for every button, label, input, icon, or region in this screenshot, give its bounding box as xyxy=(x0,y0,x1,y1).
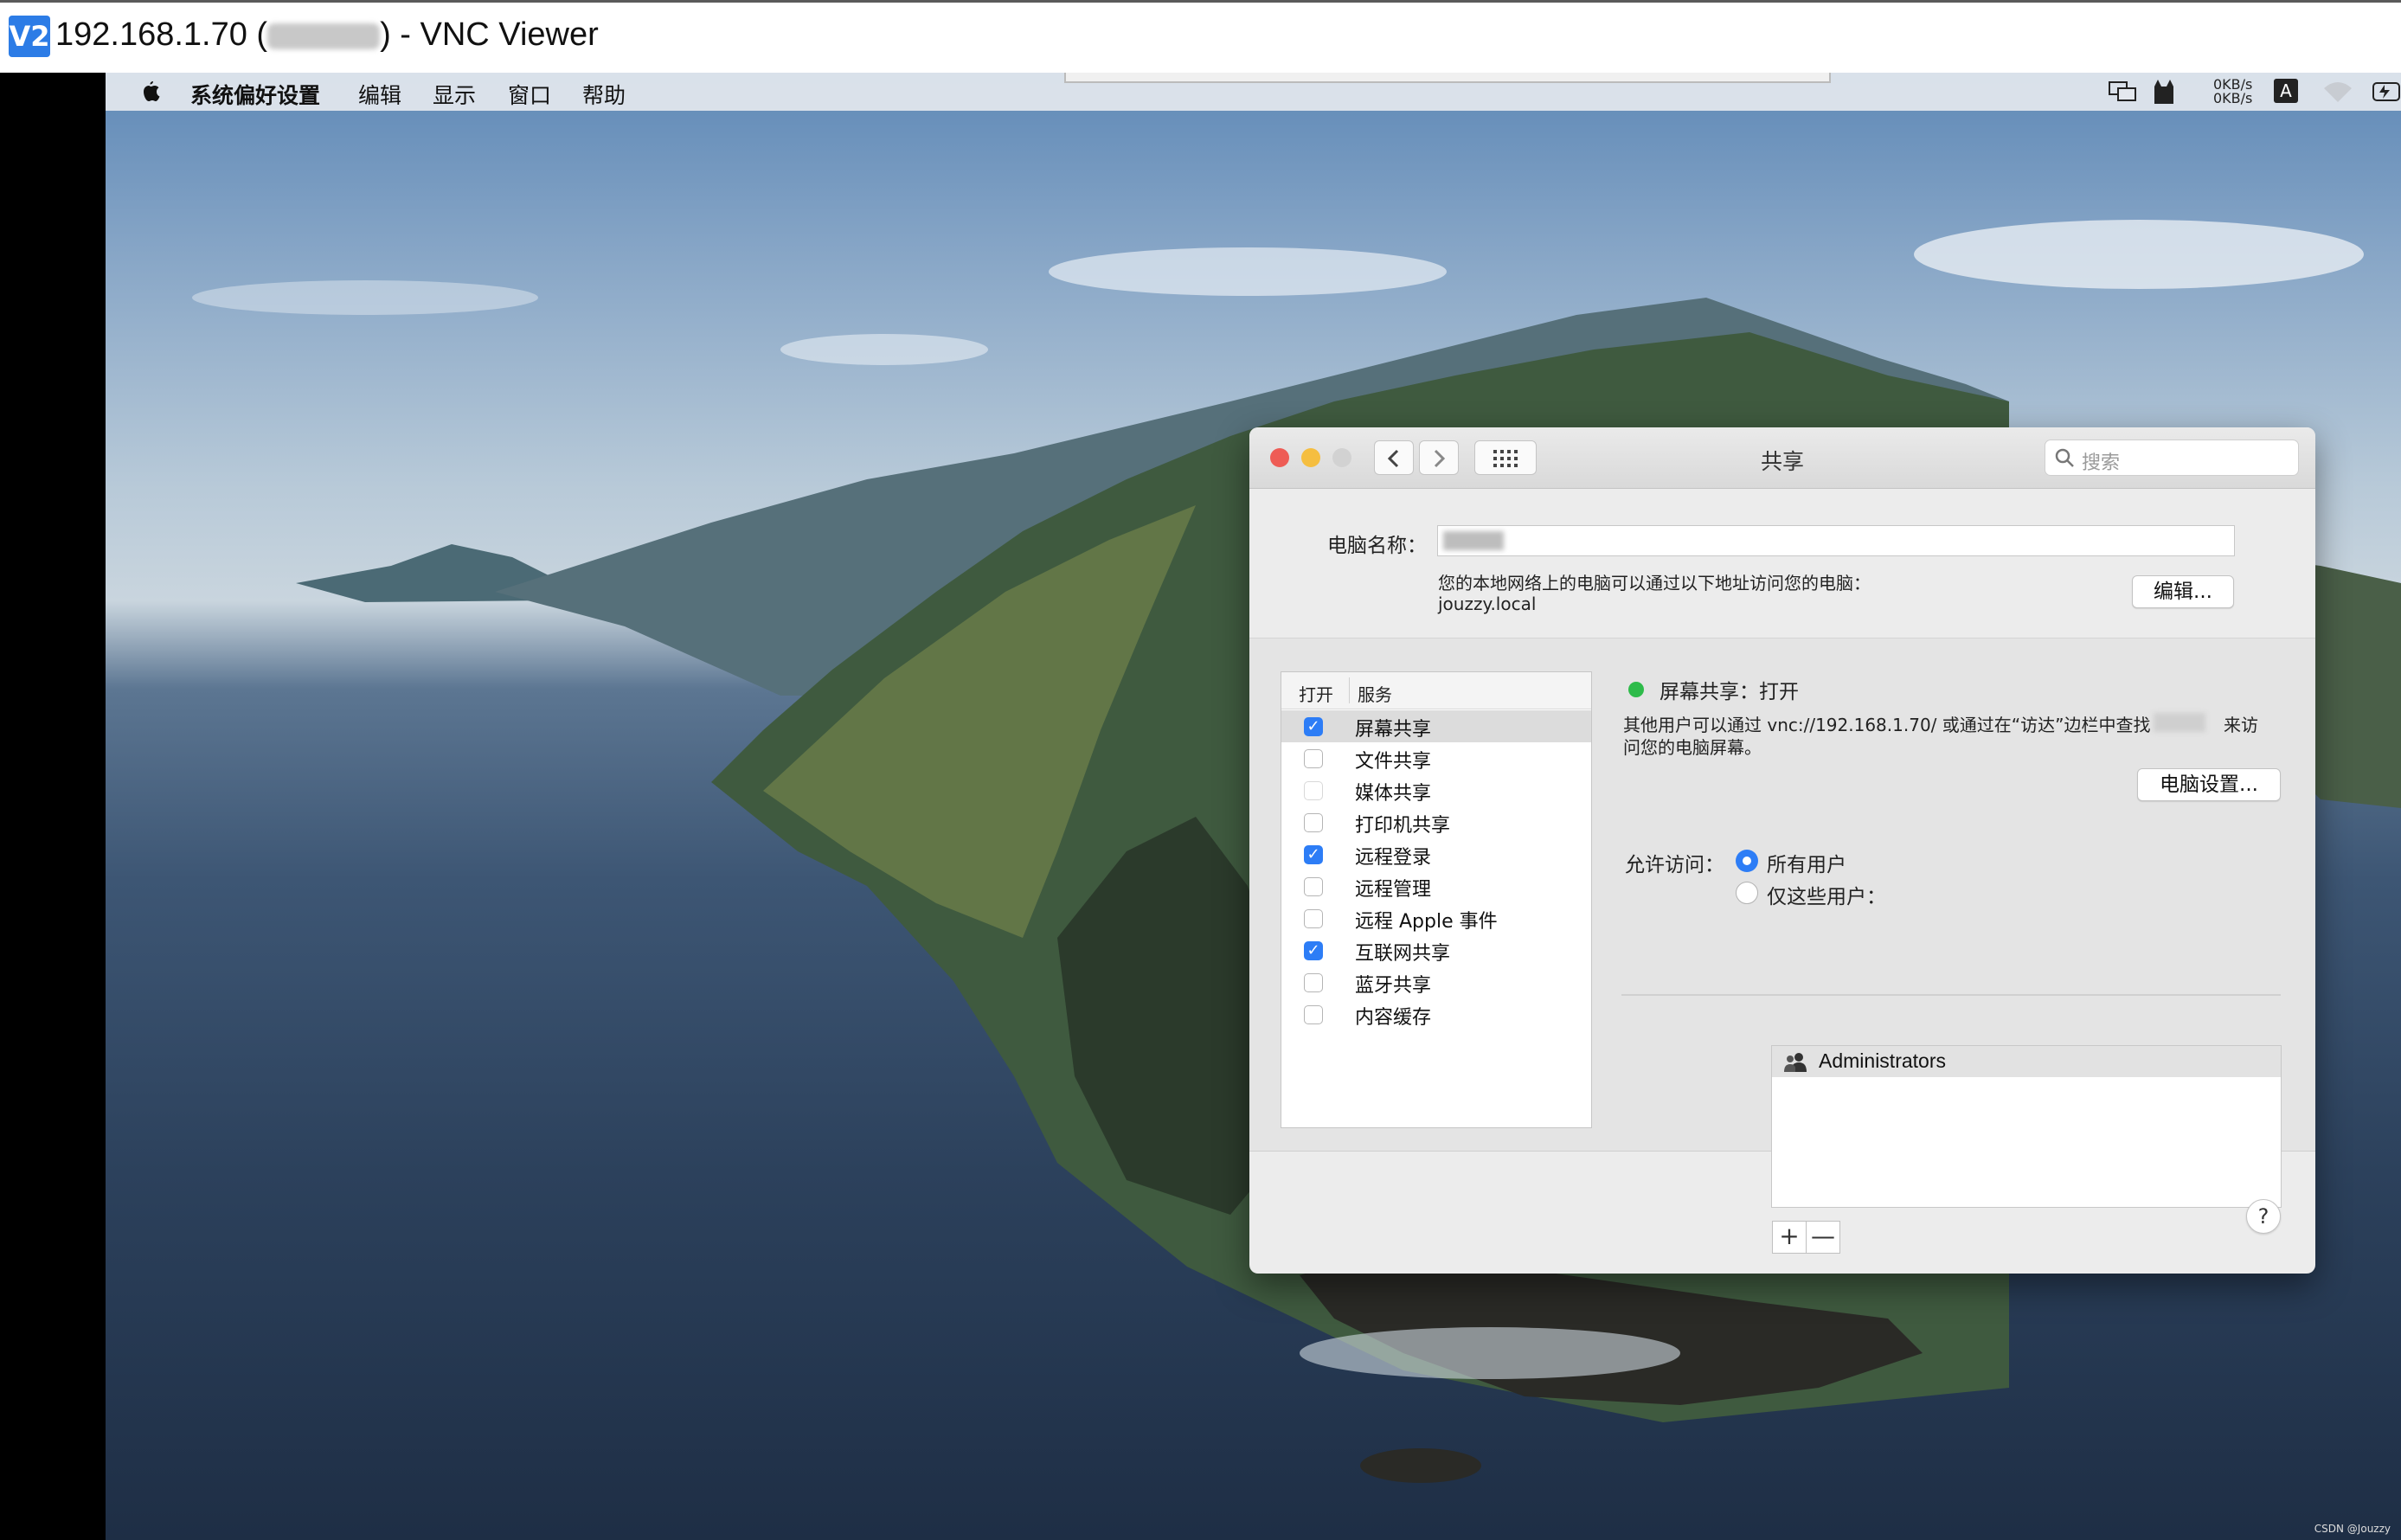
address-hint: 您的本地网络上的电脑可以通过以下地址访问您的电脑： xyxy=(1438,573,1871,594)
service-row-screen-sharing[interactable]: ✓ 屏幕共享 xyxy=(1281,710,1591,742)
service-row-printer-sharing[interactable]: 打印机共享 xyxy=(1281,806,1591,838)
service-label: 远程管理 xyxy=(1355,879,1432,901)
checkbox-printer-sharing[interactable] xyxy=(1304,813,1323,832)
list-item[interactable]: Administrators xyxy=(1772,1046,2281,1077)
service-label: 蓝牙共享 xyxy=(1355,975,1432,997)
service-row-remote-apple-events[interactable]: 远程 Apple 事件 xyxy=(1281,902,1591,934)
watermark: CSDN @Jouzzy xyxy=(2314,1523,2391,1535)
window-titlebar: 共享 搜索 xyxy=(1249,427,2315,489)
battery-icon[interactable] xyxy=(2372,81,2401,102)
menu-edit[interactable]: 编辑 xyxy=(358,79,401,110)
screen-sharing-description-line1-end: 来访 xyxy=(2224,715,2258,735)
service-row-remote-management[interactable]: 远程管理 xyxy=(1281,870,1591,902)
menu-help[interactable]: 帮助 xyxy=(582,79,626,110)
help-button[interactable]: ? xyxy=(2246,1199,2281,1234)
edit-name-button[interactable]: 编辑... xyxy=(2132,575,2234,608)
screen-sharing-status: 屏幕共享：打开 xyxy=(1660,681,1799,703)
search-icon xyxy=(2055,448,2074,467)
service-row-content-caching[interactable]: 内容缓存 xyxy=(1281,998,1591,1030)
service-label: 远程登录 xyxy=(1355,847,1432,869)
vnc-titlebar: V2 192.168.1.70 ( ) - VNC Viewer xyxy=(0,0,2401,73)
allow-access-label: 允许访问： xyxy=(1625,854,1724,876)
radio-only-these-users[interactable] xyxy=(1736,882,1758,904)
search-placeholder: 搜索 xyxy=(2082,452,2121,474)
cat-menu-extra-icon[interactable] xyxy=(2151,78,2177,106)
vnc-toolbar-stub xyxy=(1064,73,1831,83)
service-label: 媒体共享 xyxy=(1355,783,1432,805)
vnc-title-suffix: ) - VNC Viewer xyxy=(380,16,599,53)
redacted-computer-name xyxy=(1443,531,1504,550)
column-header-on[interactable]: 打开 xyxy=(1299,681,1333,706)
service-label: 远程 Apple 事件 xyxy=(1355,911,1498,933)
radio-all-users[interactable] xyxy=(1736,850,1758,872)
services-table: 打开 服务 ✓ 屏幕共享 文件共享 媒体共享 打印机共享 ✓ 远程登录 远程管理… xyxy=(1281,671,1592,1128)
vnc-title-prefix: 192.168.1.70 ( xyxy=(55,16,268,53)
computer-name-section: 电脑名称： 您的本地网络上的电脑可以通过以下地址访问您的电脑： jouzzy.l… xyxy=(1249,489,2315,638)
redacted-hostname xyxy=(267,22,381,49)
computer-name-field[interactable] xyxy=(1437,525,2235,556)
checkbox-remote-management[interactable] xyxy=(1304,877,1323,896)
section-divider xyxy=(1621,994,2281,996)
menu-system-preferences[interactable]: 系统偏好设置 xyxy=(190,79,320,110)
service-row-media-sharing[interactable]: 媒体共享 xyxy=(1281,774,1591,806)
wifi-icon[interactable] xyxy=(2322,80,2353,104)
add-user-button[interactable]: + xyxy=(1772,1221,1807,1254)
checkbox-internet-sharing[interactable]: ✓ xyxy=(1304,941,1323,960)
service-row-internet-sharing[interactable]: ✓ 互联网共享 xyxy=(1281,934,1591,966)
user-group-name: Administrators xyxy=(1819,1049,1946,1072)
computer-settings-button[interactable]: 电脑设置... xyxy=(2137,768,2281,801)
network-speed[interactable]: 0KB/s 0KB/s xyxy=(2213,78,2252,106)
service-label: 屏幕共享 xyxy=(1355,719,1432,741)
radio-all-users-label: 所有用户 xyxy=(1767,854,1846,876)
service-row-bluetooth-sharing[interactable]: 蓝牙共享 xyxy=(1281,966,1591,998)
service-row-remote-login[interactable]: ✓ 远程登录 xyxy=(1281,838,1591,870)
network-download-speed: 0KB/s xyxy=(2213,90,2253,106)
sharing-preferences-window: 共享 搜索 电脑名称： 您的本地网络上的电脑可以通过以下地址访问您的电脑： jo… xyxy=(1249,427,2315,1274)
service-label: 内容缓存 xyxy=(1355,1007,1432,1029)
services-table-header: 打开 服务 xyxy=(1281,672,1591,709)
users-list: Administrators xyxy=(1771,1045,2282,1208)
services-section: 打开 服务 ✓ 屏幕共享 文件共享 媒体共享 打印机共享 ✓ 远程登录 远程管理… xyxy=(1249,638,2315,1254)
vnc-window-title: 192.168.1.70 ( ) - VNC Viewer xyxy=(55,16,599,54)
radio-only-these-users-label: 仅这些用户： xyxy=(1767,886,1886,908)
menu-window[interactable]: 窗口 xyxy=(508,79,551,110)
checkbox-media-sharing[interactable] xyxy=(1304,781,1323,800)
checkbox-content-caching[interactable] xyxy=(1304,1005,1323,1024)
vnc-letterbox xyxy=(0,73,106,1540)
remove-user-button[interactable]: — xyxy=(1806,1221,1840,1254)
service-label: 打印机共享 xyxy=(1355,815,1451,837)
apple-menu-icon[interactable] xyxy=(137,78,161,104)
screen-mirroring-icon[interactable] xyxy=(2108,80,2137,104)
search-input[interactable]: 搜索 xyxy=(2045,440,2299,476)
status-indicator xyxy=(1628,682,1644,697)
checkbox-bluetooth-sharing[interactable] xyxy=(1304,973,1323,992)
vnc-viewer-logo-icon: V2 xyxy=(9,16,50,57)
service-row-file-sharing[interactable]: 文件共享 xyxy=(1281,742,1591,774)
local-address: jouzzy.local xyxy=(1438,594,1537,614)
group-users-icon xyxy=(1784,1053,1807,1072)
redacted-name xyxy=(2154,713,2205,732)
menu-view[interactable]: 显示 xyxy=(433,79,476,110)
checkbox-file-sharing[interactable] xyxy=(1304,749,1323,768)
service-label: 互联网共享 xyxy=(1355,943,1451,965)
column-header-service[interactable]: 服务 xyxy=(1358,681,1392,706)
checkbox-screen-sharing[interactable]: ✓ xyxy=(1304,717,1323,736)
checkbox-remote-apple-events[interactable] xyxy=(1304,909,1323,928)
computer-name-label: 电脑名称： xyxy=(1327,535,1427,557)
input-method-icon[interactable]: A xyxy=(2274,79,2298,103)
service-label: 文件共享 xyxy=(1355,751,1432,773)
screen-sharing-description-line2: 问您的电脑屏幕。 xyxy=(1623,737,1762,758)
screen-sharing-description-line1: 其他用户可以通过 vnc://192.168.1.70/ 或通过在“访达”边栏中… xyxy=(1623,715,2151,735)
checkbox-remote-login[interactable]: ✓ xyxy=(1304,845,1323,864)
